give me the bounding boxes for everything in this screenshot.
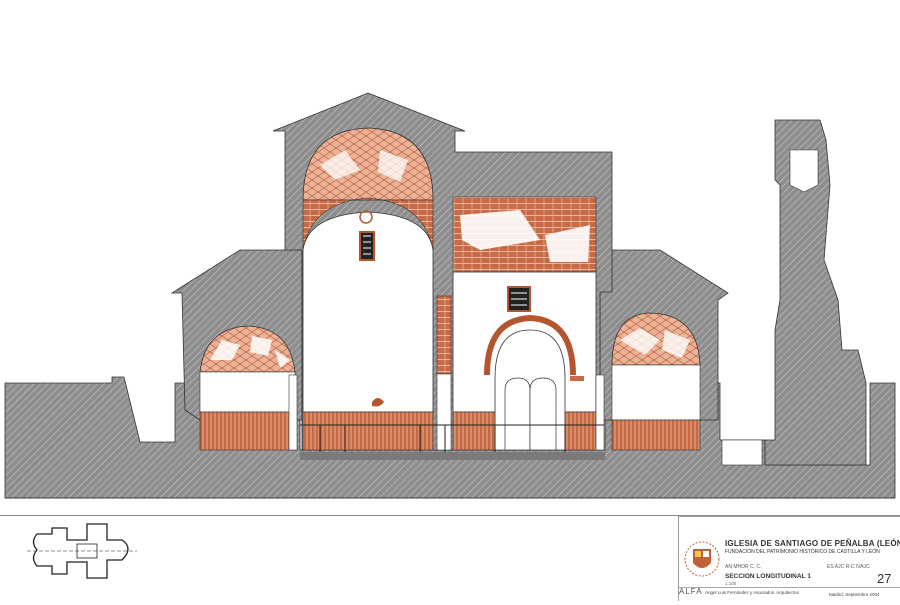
architectural-drawing-sheet: IGLESIA DE SANTIAGO DE PEÑALBA (LEÓN) FU… — [0, 0, 900, 601]
place-date: Madrid, Septiembre 2004 — [829, 592, 880, 597]
project-title: IGLESIA DE SANTIAGO DE PEÑALBA (LEÓN) — [725, 539, 900, 548]
longitudinal-section-drawing — [4, 92, 896, 499]
label-left: AN MHOR C. C. — [725, 564, 762, 570]
tower-opening — [789, 149, 819, 193]
west-apse — [199, 325, 296, 451]
coat-of-arms-icon — [684, 541, 720, 577]
sheet-number: 27 — [877, 571, 892, 586]
title-block-divider — [679, 587, 900, 588]
sheet-scale: 1:100 — [725, 581, 737, 586]
project-subtitle: FUNDACIÓN DEL PATRIMONIO HISTÓRICO DE CA… — [725, 549, 880, 555]
sheet-title: SECCION LONGITUDINAL 1 — [725, 573, 811, 580]
firm-name: Angel Luis Fernández y Asociados. Arquit… — [705, 590, 799, 595]
label-right: ES AJC R-C IVAJC — [827, 564, 870, 570]
central-nave — [452, 196, 597, 451]
central-pier — [436, 295, 452, 375]
floor-plan-key-icon — [27, 523, 137, 579]
west-dome-chamber — [302, 127, 434, 451]
firm-logo: ALFA — [679, 587, 703, 596]
title-block: IGLESIA DE SANTIAGO DE PEÑALBA (LEÓN) FU… — [678, 516, 900, 601]
east-apse — [611, 312, 701, 451]
